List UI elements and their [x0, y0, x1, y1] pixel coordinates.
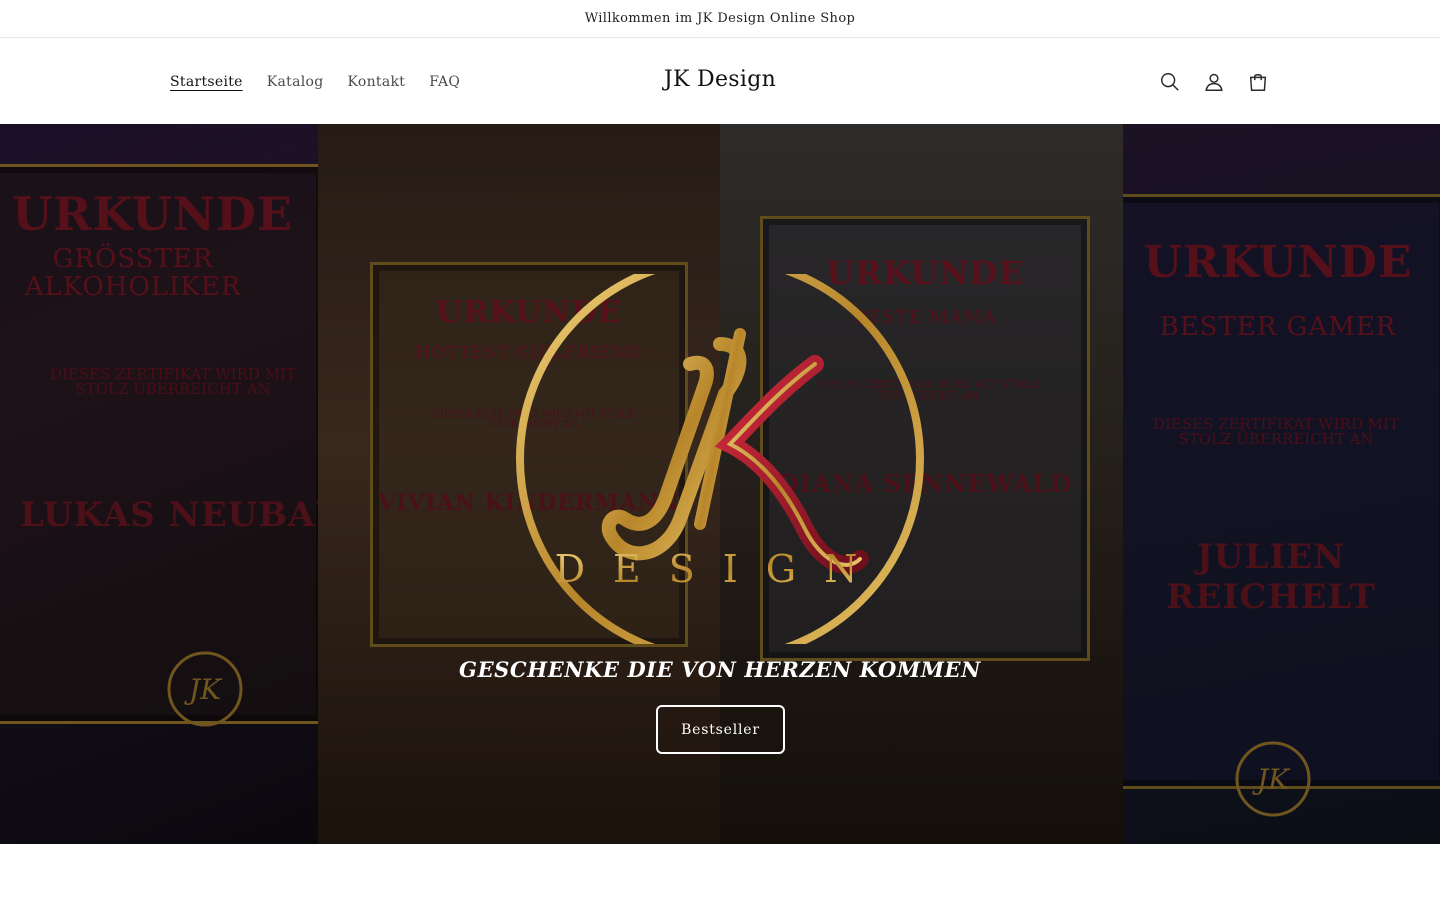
- bestseller-button[interactable]: Bestseller: [656, 705, 785, 754]
- nav-link-katalog[interactable]: Katalog: [255, 74, 336, 90]
- hero-banner: URKUNDE GRÖSSTER ALKOHOLIKER DIESES ZERT…: [0, 124, 1440, 844]
- nav-link-startseite[interactable]: Startseite: [158, 74, 255, 90]
- nav-link-kontakt[interactable]: Kontakt: [336, 74, 418, 90]
- cart-icon: [1249, 73, 1267, 91]
- account-button[interactable]: [1198, 66, 1230, 98]
- site-header: Startseite Katalog Kontakt FAQ JK Design: [0, 39, 1440, 124]
- announcement-bar: Willkommen im JK Design Online Shop: [0, 0, 1440, 38]
- main-nav: Startseite Katalog Kontakt FAQ: [158, 39, 472, 124]
- search-button[interactable]: [1154, 66, 1186, 98]
- hero-title: GESCHENKE DIE VON HERZEN KOMMEN: [459, 657, 981, 682]
- jk-design-emblem: DESIGN: [516, 274, 924, 644]
- header-icons: [1154, 39, 1274, 124]
- announcement-text: Willkommen im JK Design Online Shop: [584, 11, 856, 26]
- site-logo[interactable]: JK Design: [664, 67, 776, 92]
- cart-button[interactable]: [1242, 66, 1274, 98]
- emblem-design-text: DESIGN: [555, 547, 886, 591]
- search-icon: [1161, 72, 1179, 91]
- account-icon: [1205, 73, 1223, 91]
- nav-link-faq[interactable]: FAQ: [417, 74, 472, 90]
